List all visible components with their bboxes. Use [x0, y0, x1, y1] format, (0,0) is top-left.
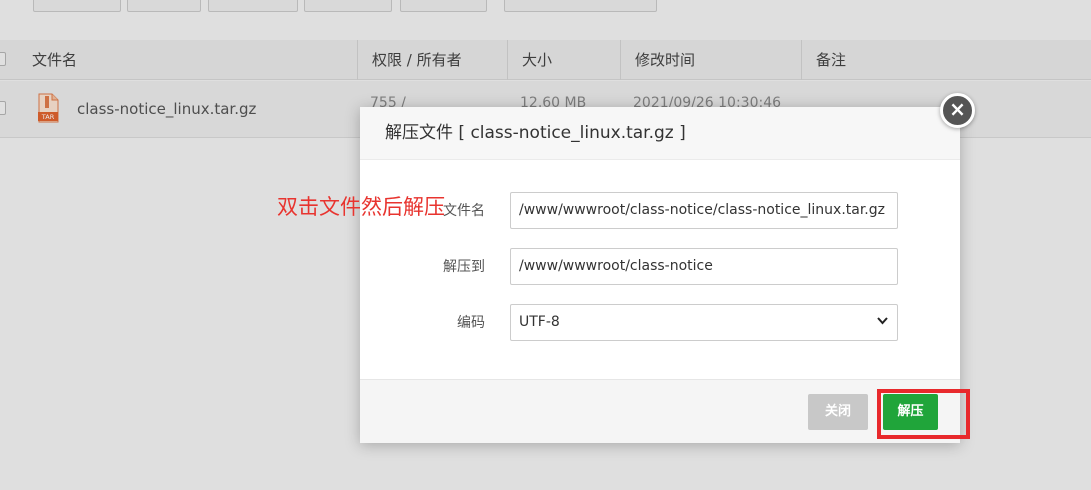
encoding-select[interactable]: UTF-8	[510, 304, 898, 341]
filename-field[interactable]: /www/wwwroot/class-notice/class-notice_l…	[510, 192, 898, 229]
extract-to-field[interactable]: /www/wwwroot/class-notice	[510, 248, 898, 285]
extract-to-row: 解压到 /www/wwwroot/class-notice	[360, 248, 960, 286]
dialog-footer: 关闭 解压	[360, 379, 960, 443]
close-button[interactable]: 关闭	[808, 394, 868, 430]
extract-to-label: 解压到	[443, 259, 485, 275]
chevron-down-icon	[877, 317, 888, 325]
encoding-value: UTF-8	[519, 314, 560, 330]
encoding-label: 编码	[457, 315, 485, 331]
highlight-box	[877, 389, 970, 439]
annotation-text: 双击文件然后解压	[277, 195, 445, 219]
dialog-title: 解压文件 [ class-notice_linux.tar.gz ]	[360, 107, 960, 160]
filename-row: 文件名 /www/wwwroot/class-notice/class-noti…	[360, 192, 960, 230]
close-icon[interactable]: ×	[940, 93, 975, 128]
extract-dialog: 解压文件 [ class-notice_linux.tar.gz ] 文件名 /…	[360, 107, 960, 443]
encoding-row: 编码 UTF-8	[360, 304, 960, 342]
